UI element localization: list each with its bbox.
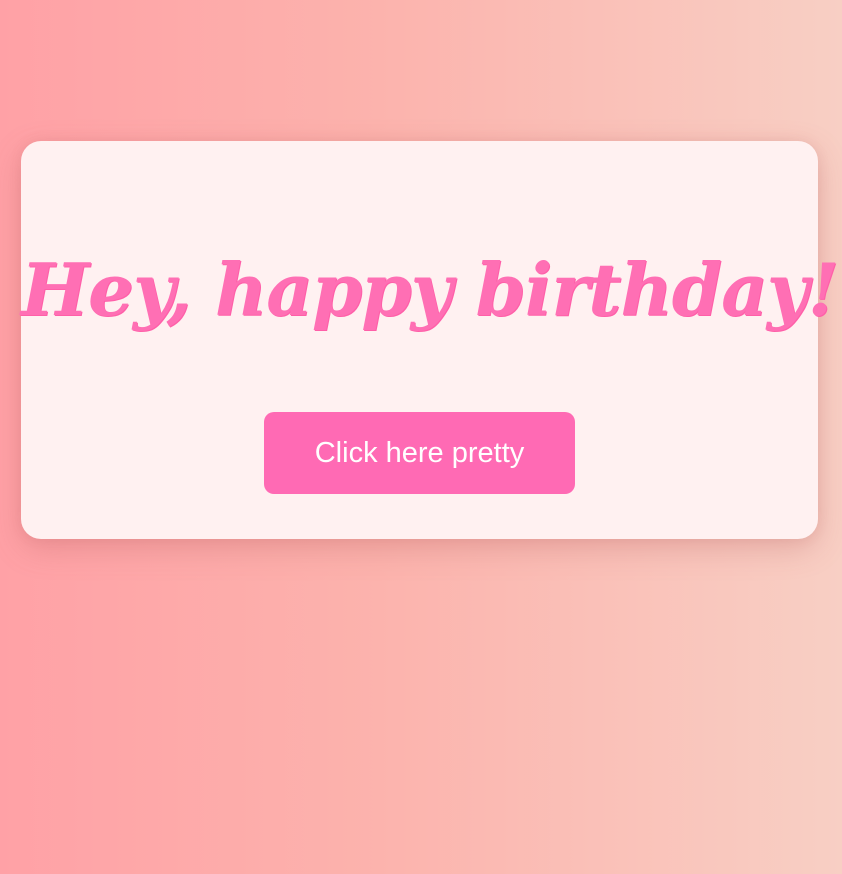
click-here-button[interactable]: Click here pretty [264, 412, 575, 494]
greeting-card: Hey, happy birthday! Click here pretty [21, 141, 839, 539]
greeting-headline: Hey, happy birthday! [21, 247, 839, 332]
